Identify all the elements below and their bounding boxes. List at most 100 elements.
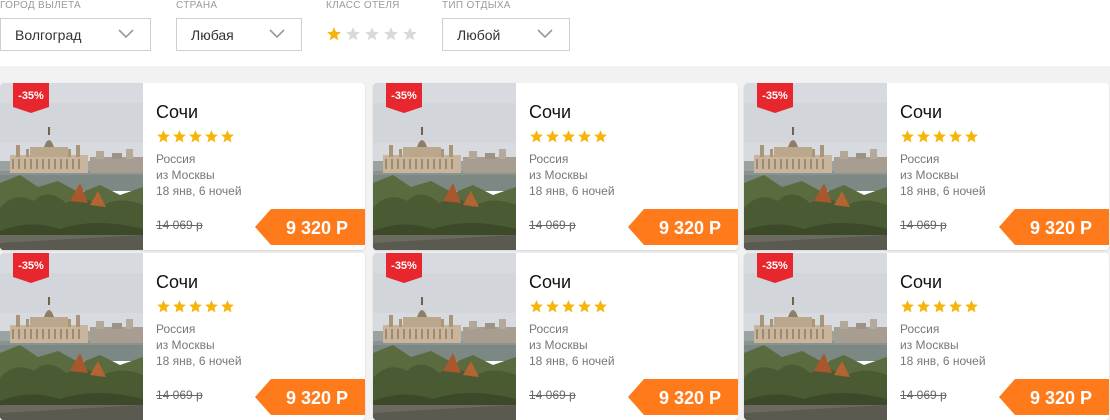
offer-card[interactable]: -35% Сочи Россия из Москвы 18 янв, 6 ноч…	[373, 83, 738, 250]
old-price: 14 069 р	[529, 218, 576, 232]
price-button[interactable]: 9 320 Р	[628, 209, 738, 245]
dates-text: 18 янв, 6 ночей	[156, 354, 242, 368]
discount-badge: -35%	[13, 253, 49, 283]
star-icon	[561, 129, 576, 149]
city-name[interactable]: Сочи	[529, 272, 571, 293]
country-value: Любая	[191, 26, 234, 43]
star-icon	[188, 129, 203, 149]
departure-value: Волгоград	[15, 26, 82, 43]
country-text: Россия	[900, 322, 940, 336]
discount-text: -35%	[18, 260, 44, 272]
discount-badge: -35%	[757, 253, 793, 283]
offer-card[interactable]: -35% Сочи Россия из Москвы 18 янв, 6 ноч…	[0, 253, 365, 420]
star-icon	[948, 129, 963, 149]
star-icon	[204, 129, 219, 149]
old-price: 14 069 р	[900, 218, 947, 232]
star-icon	[900, 299, 915, 319]
city-name[interactable]: Сочи	[529, 102, 571, 123]
star-icon[interactable]	[326, 26, 342, 42]
star-icon	[172, 299, 187, 319]
star-icon	[188, 299, 203, 319]
hotel-class-filter: КЛАСС ОТЕЛЯ	[326, 0, 417, 41]
star-icon	[545, 129, 560, 149]
hotel-stars	[156, 299, 235, 319]
departure-label: ГОРОД ВЫЛЕТА	[0, 0, 81, 11]
star-icon	[577, 299, 592, 319]
dates-text: 18 янв, 6 ночей	[529, 354, 615, 368]
dates-text: 18 янв, 6 ночей	[529, 184, 615, 198]
hotel-class-rating[interactable]	[326, 26, 418, 42]
star-icon	[220, 129, 235, 149]
offer-card[interactable]: -35% Сочи Россия из Москвы 18 янв, 6 ноч…	[373, 253, 738, 420]
star-icon[interactable]	[345, 26, 361, 42]
chevron-down-icon	[537, 29, 553, 39]
departure-filter: ГОРОД ВЫЛЕТА Волгоград	[0, 0, 151, 51]
hotel-stars	[529, 129, 608, 149]
price-text: 9 320 Р	[658, 218, 722, 238]
discount-text: -35%	[391, 260, 417, 272]
chevron-down-icon	[269, 29, 285, 39]
star-icon	[964, 129, 979, 149]
country-text: Россия	[156, 322, 196, 336]
price-button[interactable]: 9 320 Р	[255, 379, 365, 415]
rest-type-filter: ТИП ОТДЫХА Любой	[442, 0, 570, 51]
price-text: 9 320 Р	[1029, 388, 1093, 408]
departure-text: из Москвы	[900, 338, 959, 352]
star-icon	[220, 299, 235, 319]
chevron-down-icon	[118, 29, 134, 39]
star-icon	[900, 129, 915, 149]
rest-type-label: ТИП ОТДЫХА	[442, 0, 511, 11]
old-price: 14 069 р	[529, 388, 576, 402]
city-name[interactable]: Сочи	[900, 272, 942, 293]
price-button[interactable]: 9 320 Р	[999, 379, 1109, 415]
departure-text: из Москвы	[156, 338, 215, 352]
star-icon	[156, 299, 171, 319]
star-icon	[529, 129, 544, 149]
price-button[interactable]: 9 320 Р	[999, 209, 1109, 245]
departure-text: из Москвы	[900, 168, 959, 182]
country-text: Россия	[529, 322, 569, 336]
price-button[interactable]: 9 320 Р	[628, 379, 738, 415]
star-icon[interactable]	[383, 26, 399, 42]
star-icon	[545, 299, 560, 319]
country-text: Россия	[529, 152, 569, 166]
discount-text: -35%	[18, 90, 44, 102]
price-text: 9 320 Р	[285, 218, 349, 238]
star-icon	[964, 299, 979, 319]
city-name[interactable]: Сочи	[156, 102, 198, 123]
star-icon	[204, 299, 219, 319]
city-name[interactable]: Сочи	[156, 272, 198, 293]
country-select[interactable]: Любая	[176, 18, 302, 51]
hotel-stars	[156, 129, 235, 149]
hotel-stars	[529, 299, 608, 319]
star-icon	[561, 299, 576, 319]
star-icon[interactable]	[402, 26, 418, 42]
rest-type-select[interactable]: Любой	[442, 18, 570, 51]
country-label: СТРАНА	[176, 0, 218, 11]
offer-card[interactable]: -35% Сочи Россия из Москвы 18 янв, 6 ноч…	[0, 83, 365, 250]
departure-text: из Москвы	[529, 338, 588, 352]
hotel-stars	[900, 299, 979, 319]
star-icon	[916, 299, 931, 319]
discount-badge: -35%	[386, 83, 422, 113]
offer-card[interactable]: -35% Сочи Россия из Москвы 18 янв, 6 ноч…	[744, 83, 1109, 250]
price-button[interactable]: 9 320 Р	[255, 209, 365, 245]
departure-text: из Москвы	[529, 168, 588, 182]
hotel-class-label: КЛАСС ОТЕЛЯ	[326, 0, 400, 11]
star-icon[interactable]	[364, 26, 380, 42]
departure-text: из Москвы	[156, 168, 215, 182]
city-name[interactable]: Сочи	[900, 102, 942, 123]
discount-badge: -35%	[386, 253, 422, 283]
offer-card[interactable]: -35% Сочи Россия из Москвы 18 янв, 6 ноч…	[744, 253, 1109, 420]
price-text: 9 320 Р	[658, 388, 722, 408]
dates-text: 18 янв, 6 ночей	[900, 184, 986, 198]
discount-text: -35%	[391, 90, 417, 102]
old-price: 14 069 р	[156, 218, 203, 232]
departure-select[interactable]: Волгоград	[0, 18, 151, 51]
country-text: Россия	[900, 152, 940, 166]
price-text: 9 320 Р	[285, 388, 349, 408]
rest-type-value: Любой	[457, 26, 501, 43]
star-icon	[577, 129, 592, 149]
discount-text: -35%	[762, 90, 788, 102]
star-icon	[916, 129, 931, 149]
